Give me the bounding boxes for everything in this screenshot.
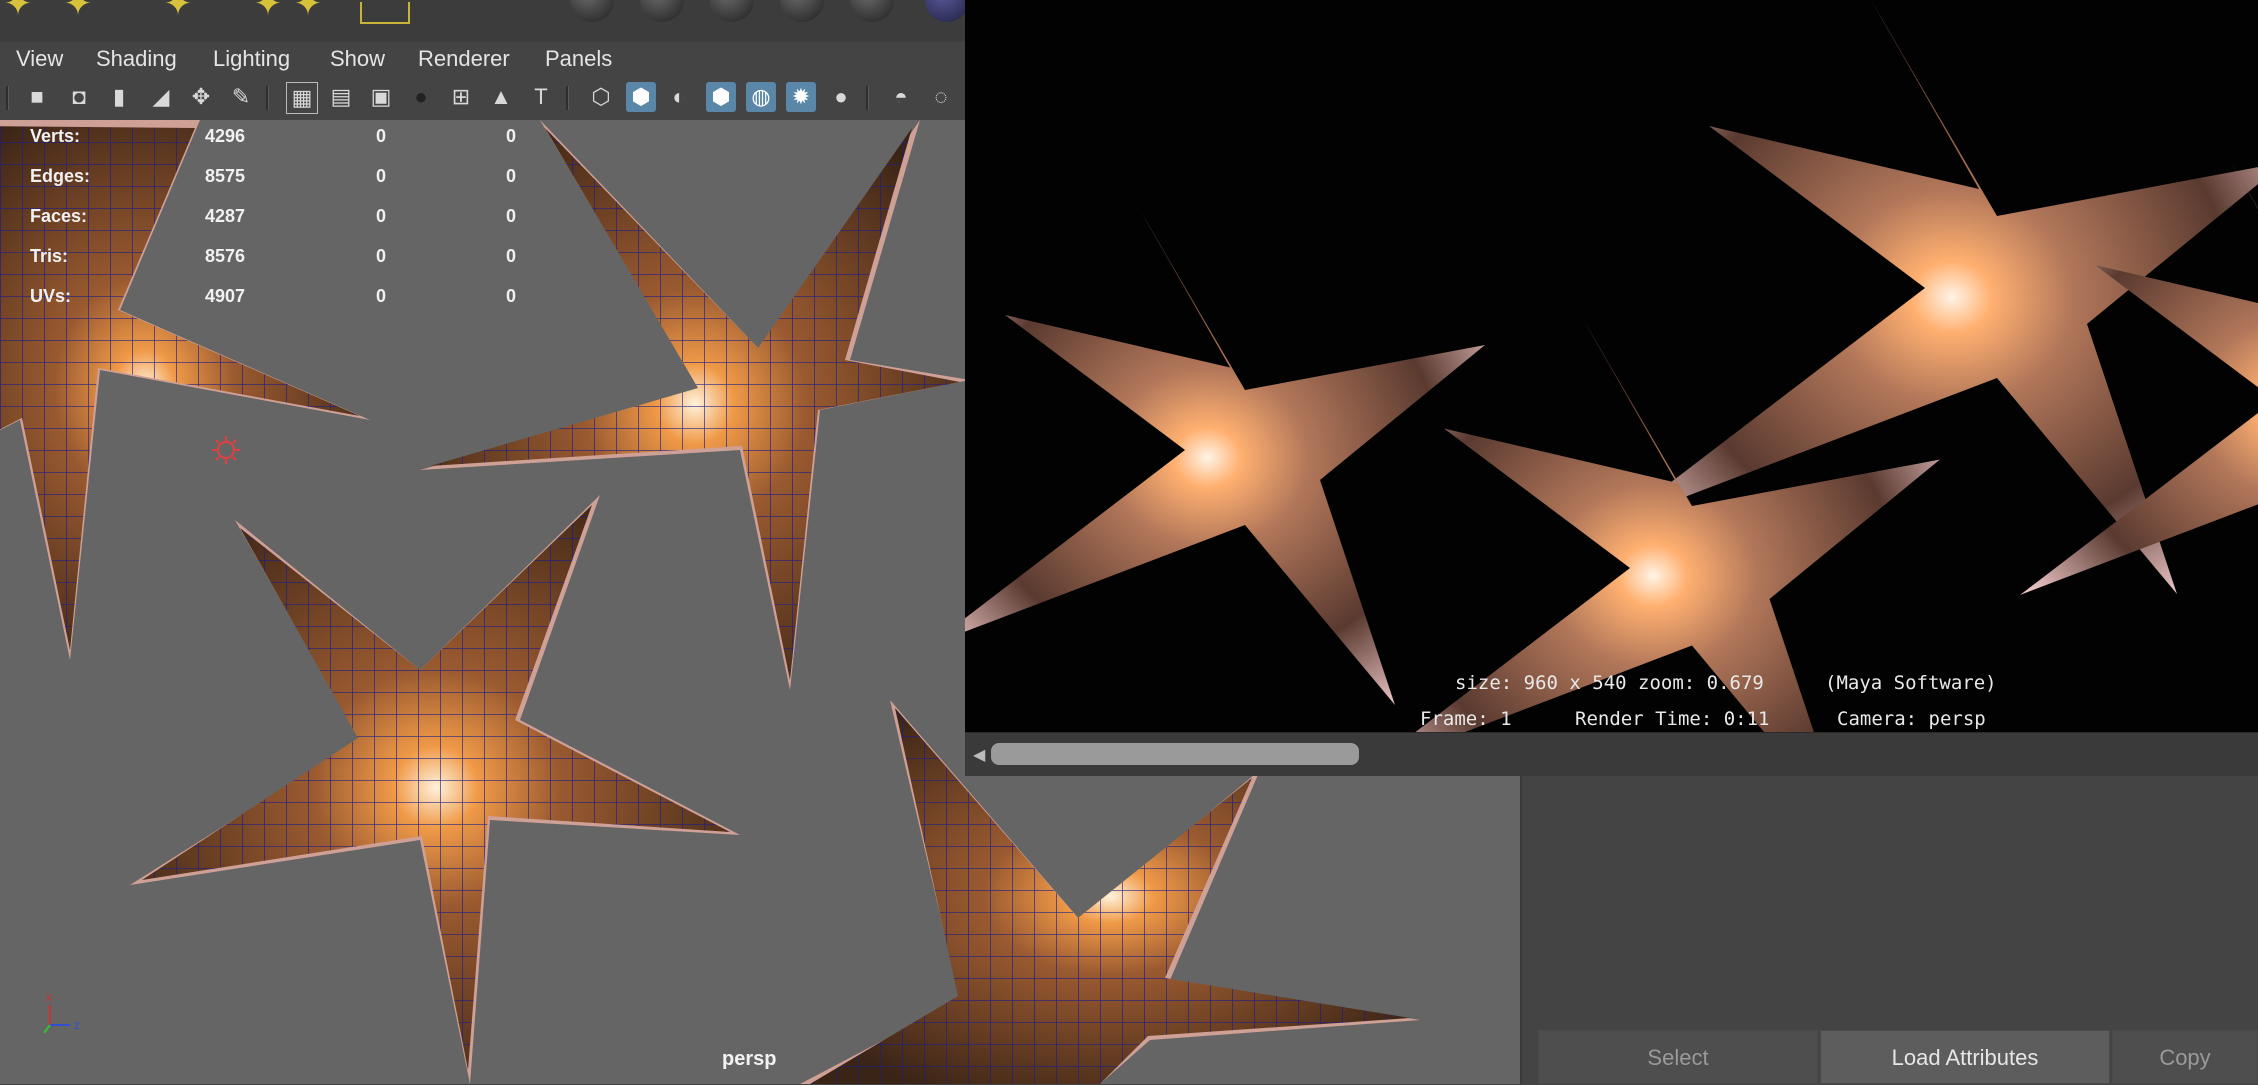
toolbar-separator	[566, 86, 569, 110]
snap-curve-icon[interactable]: ✦	[290, 0, 326, 22]
wireframe-on-shaded-icon[interactable]: ◐	[664, 82, 694, 112]
load-attributes-button[interactable]: Load Attributes	[1820, 1030, 2110, 1084]
resolution-gate-icon[interactable]: ▣	[366, 82, 396, 112]
bookmark-icon[interactable]: ▮	[104, 82, 134, 112]
move-tool-icon[interactable]: ✦	[0, 0, 36, 22]
rotate-tool-icon[interactable]: ✦	[60, 0, 96, 22]
light-locator-icon[interactable]	[212, 436, 240, 464]
starfish-model[interactable]	[0, 120, 370, 660]
renderer-info: (Maya Software)	[1825, 672, 1997, 694]
hud-label: Faces:	[30, 206, 88, 226]
viewport-toolbar: ■ ◘ ▮ ◢ ✥ ✎ ▦ ▤ ▣ ● ⊞ ▲ T ⬡ ⬢ ◐ ⬢ ◍ ✹ ● …	[0, 76, 965, 121]
scale-tool-icon[interactable]: ✦	[160, 0, 196, 22]
toolbar-separator	[266, 86, 269, 110]
starfish-model[interactable]	[130, 495, 740, 1084]
hud-value: 4296	[205, 126, 246, 146]
menu-panels[interactable]: Panels	[545, 46, 612, 72]
render-view-scrollbar[interactable]: ◀	[965, 732, 2258, 776]
camera-icon[interactable]: ■	[22, 82, 52, 112]
hud-value: 0	[506, 126, 517, 146]
field-chart-icon[interactable]: ⊞	[446, 82, 476, 112]
wireframe-icon[interactable]: ⬡	[586, 82, 616, 112]
xray-icon[interactable]: ⬢	[706, 82, 736, 112]
ipr-sphere-icon[interactable]	[640, 0, 684, 22]
image-plane-icon[interactable]: ◢	[146, 82, 176, 112]
hud-label: UVs:	[30, 286, 72, 306]
snap-icon[interactable]: ✦	[250, 0, 286, 22]
viewport-menubar: View Shading Lighting Show Renderer Pane…	[0, 42, 965, 76]
safe-title-icon[interactable]: T	[526, 82, 556, 112]
frame-info: Frame: 1	[1420, 708, 1512, 730]
safe-action-icon[interactable]: ▲	[486, 82, 516, 112]
attribute-button-row: Select Load Attributes Copy	[1538, 1030, 2258, 1084]
camera-name-label: persp	[722, 1048, 777, 1070]
hud-value: 0	[506, 286, 517, 306]
blue-sphere-icon[interactable]	[925, 0, 965, 22]
render-sphere-icon[interactable]	[570, 0, 614, 22]
hud-value: 0	[506, 206, 517, 226]
2d-pan-zoom-icon[interactable]: ✥	[186, 82, 216, 112]
lighting-icon[interactable]: ●	[826, 82, 856, 112]
camera-info: Camera: persp	[1837, 708, 1986, 730]
hud-label: Verts:	[30, 126, 81, 146]
textured-icon[interactable]: ✹	[786, 82, 816, 112]
rendered-image[interactable]: size: 960 x 540 zoom: 0.679 (Maya Softwa…	[965, 0, 2258, 732]
hud-label: Tris:	[30, 246, 69, 266]
hud-value: 0	[376, 166, 387, 186]
render-time-info: Render Time: 0:11	[1575, 708, 1770, 730]
hud-value: 4907	[205, 286, 246, 306]
copy-button[interactable]: Copy	[2112, 1030, 2258, 1084]
gate-mask-icon[interactable]: ●	[406, 82, 436, 112]
grease-pencil-icon[interactable]: ✎	[226, 82, 256, 112]
shelf-strip: ✦ ✦ ✦ ✦ ✦	[0, 0, 965, 44]
svg-text:z: z	[74, 1018, 80, 1032]
shadows-icon[interactable]: ◓	[886, 82, 916, 112]
toolbar-separator	[866, 86, 869, 110]
smooth-shade-icon[interactable]: ⬢	[626, 82, 656, 112]
hud-value: 4287	[205, 206, 246, 226]
render-size-info: size: 960 x 540 zoom: 0.679	[1455, 672, 1764, 694]
render-settings-sphere-icon[interactable]	[780, 0, 824, 22]
camera-attributes-icon[interactable]: ◘	[64, 82, 94, 112]
menu-view[interactable]: View	[16, 46, 63, 72]
scroll-left-icon[interactable]: ◀	[973, 745, 985, 765]
toolbar-separator	[6, 86, 9, 110]
hud-value: 0	[506, 166, 517, 186]
material-sphere-icon[interactable]	[850, 0, 894, 22]
hud-value: 8575	[205, 166, 246, 186]
film-gate-icon[interactable]: ▤	[326, 82, 356, 112]
menu-show[interactable]: Show	[330, 46, 385, 72]
hud-value: 0	[376, 126, 387, 146]
hud-value: 0	[506, 246, 517, 266]
hud-value: 0	[376, 286, 387, 306]
hud-value: 0	[376, 206, 387, 226]
scrollbar-thumb[interactable]	[991, 743, 1359, 765]
hud-value: 0	[376, 246, 387, 266]
rendered-scene	[965, 0, 2258, 732]
menu-lighting[interactable]: Lighting	[213, 46, 290, 72]
svg-text:x: x	[46, 990, 52, 1004]
xray-joints-icon[interactable]: ◍	[746, 82, 776, 112]
snap-view-icon[interactable]	[360, 2, 410, 24]
hud-value: 8576	[205, 246, 246, 266]
ambient-occlusion-icon[interactable]: ◌	[926, 82, 956, 112]
render-view-window: size: 960 x 540 zoom: 0.679 (Maya Softwa…	[965, 0, 2258, 776]
axis-gizmo-icon: x z	[43, 990, 80, 1034]
menu-shading[interactable]: Shading	[96, 46, 177, 72]
menu-renderer[interactable]: Renderer	[418, 46, 510, 72]
hud-label: Edges:	[30, 166, 91, 186]
grid-icon[interactable]: ▦	[286, 82, 318, 114]
select-button[interactable]: Select	[1538, 1030, 1818, 1084]
hypershade-sphere-icon[interactable]	[710, 0, 754, 22]
